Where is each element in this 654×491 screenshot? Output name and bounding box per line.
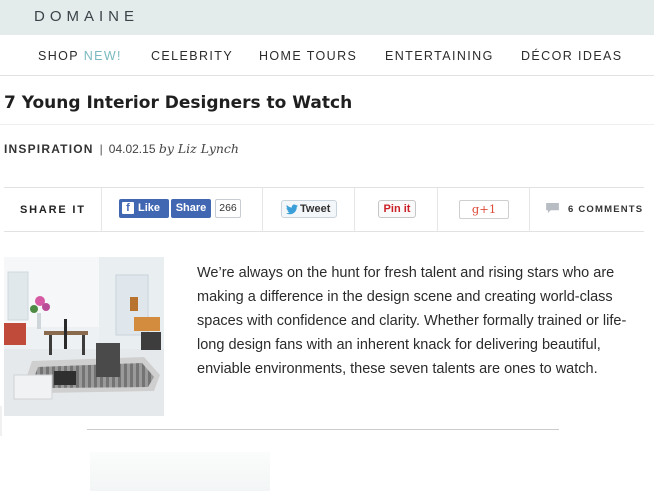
publish-date: 04.02.15 [108, 142, 156, 156]
google-plus-button[interactable]: g+1 [459, 200, 509, 219]
main-nav: SHOP NEW! CELEBRITY HOME TOURS ENTERTAIN… [0, 36, 654, 76]
facebook-like-button[interactable]: f Like [119, 199, 169, 218]
nav-item-home-tours[interactable]: HOME TOURS [259, 49, 357, 63]
divider [262, 188, 263, 231]
category-link[interactable]: INSPIRATION [4, 142, 94, 156]
divider [529, 188, 530, 231]
site-logo[interactable]: DOMAINE [34, 8, 139, 25]
nav-item-entertaining[interactable]: ENTERTAINING [385, 49, 494, 63]
tweet-button[interactable]: Tweet [281, 200, 337, 218]
share-label: SHARE IT [20, 204, 86, 216]
divider [0, 124, 654, 125]
facebook-icon: f [122, 202, 134, 214]
facebook-like-label: Like [138, 202, 161, 214]
nav-item-shop[interactable]: SHOP NEW! [38, 49, 122, 63]
nav-item-label: SHOP [38, 49, 79, 63]
pin-it-button[interactable]: Pin it [378, 200, 416, 218]
share-count: 266 [215, 199, 241, 218]
site-header: DOMAINE [0, 0, 654, 35]
nav-item-celebrity[interactable]: CELEBRITY [151, 49, 233, 63]
article-photo [4, 257, 164, 416]
image-placeholder [90, 452, 270, 491]
meta-separator: | [99, 142, 103, 156]
twitter-bird-icon [286, 204, 298, 215]
divider [87, 429, 559, 430]
divider [0, 406, 2, 436]
interior-photo-image [4, 257, 164, 416]
article-intro: We’re always on the hunt for fresh talen… [197, 265, 627, 377]
article-title: 7 Young Interior Designers to Watch [4, 93, 353, 113]
author-byline: by Liz Lynch [158, 141, 239, 156]
nav-item-decor-ideas[interactable]: DÉCOR IDEAS [521, 49, 623, 63]
comments-count: 6 COMMENTS [568, 204, 644, 215]
share-bar: SHARE IT f Like Share 266 Tweet Pin it g… [4, 187, 644, 232]
tweet-label: Tweet [300, 203, 331, 215]
facebook-share-button[interactable]: Share [171, 199, 211, 218]
comment-bubble-icon [546, 203, 559, 213]
divider [437, 188, 438, 231]
divider [354, 188, 355, 231]
divider [101, 188, 102, 231]
article-meta: INSPIRATION | 04.02.15 by Liz Lynch [4, 141, 239, 156]
new-badge: NEW! [83, 49, 122, 63]
